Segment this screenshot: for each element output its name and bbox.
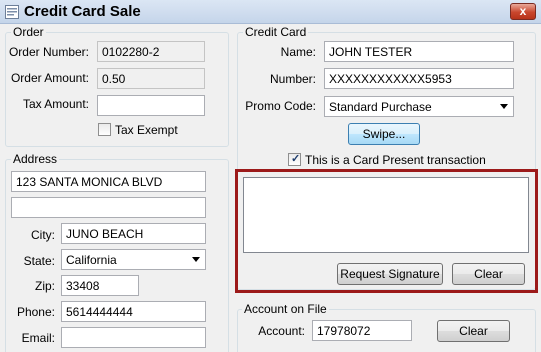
account-on-file-group-label: Account on File <box>242 302 329 316</box>
number-label: Number: <box>269 72 316 86</box>
name-field[interactable]: JOHN TESTER <box>324 41 514 62</box>
email-field[interactable] <box>61 327 206 348</box>
card-present-label: This is a Card Present transaction <box>305 153 486 167</box>
account-label: Account: <box>258 324 305 338</box>
tax-amount-field[interactable] <box>97 95 205 116</box>
signature-pad[interactable] <box>243 177 529 253</box>
state-value: California <box>66 253 117 267</box>
address-line2-field[interactable] <box>11 197 206 218</box>
state-select[interactable]: California <box>61 249 206 270</box>
chevron-down-icon <box>500 104 508 109</box>
order-amount-field[interactable]: 0.50 <box>97 68 205 89</box>
card-present-checkbox[interactable]: ✓ <box>288 153 301 166</box>
account-field[interactable]: 17978072 <box>312 320 412 341</box>
name-label: Name: <box>280 45 316 59</box>
tax-amount-label: Tax Amount: <box>22 97 89 111</box>
title-bar[interactable]: Credit Card Sale x <box>0 0 541 24</box>
close-icon: x <box>519 4 527 18</box>
city-label: City: <box>31 228 55 242</box>
promo-code-value: Standard Purchase <box>329 100 432 114</box>
close-button[interactable]: x <box>510 3 536 20</box>
tax-exempt-checkbox[interactable] <box>98 123 111 136</box>
order-group-label: Order <box>11 25 46 39</box>
promo-code-select[interactable]: Standard Purchase <box>324 96 514 117</box>
email-label: Email: <box>21 331 55 345</box>
order-amount-label: Order Amount: <box>10 71 89 85</box>
order-number-field[interactable]: 0102280-2 <box>97 41 205 62</box>
address-line1-field[interactable]: 123 SANTA MONICA BLVD <box>11 171 206 192</box>
phone-label: Phone: <box>16 305 55 319</box>
window-title: Credit Card Sale <box>24 3 141 20</box>
zip-field[interactable]: 33408 <box>61 275 139 296</box>
tax-exempt-label: Tax Exempt <box>115 123 178 137</box>
checkmark-icon: ✓ <box>291 153 301 165</box>
signature-clear-button[interactable]: Clear <box>452 263 525 285</box>
phone-field[interactable]: 5614444444 <box>61 301 206 322</box>
app-icon <box>5 5 19 19</box>
account-clear-button[interactable]: Clear <box>437 320 510 342</box>
address-group-label: Address <box>11 152 60 166</box>
swipe-button[interactable]: Swipe... <box>348 123 420 145</box>
request-signature-button[interactable]: Request Signature <box>337 263 443 285</box>
state-label: State: <box>23 254 55 268</box>
credit-card-group-label: Credit Card <box>243 25 309 39</box>
promo-code-label: Promo Code: <box>245 99 316 113</box>
chevron-down-icon <box>192 257 200 262</box>
order-number-label: Order Number: <box>8 45 89 59</box>
card-number-field[interactable]: XXXXXXXXXXXX5953 <box>324 68 514 89</box>
zip-label: Zip: <box>34 279 55 293</box>
city-field[interactable]: JUNO BEACH <box>61 223 206 244</box>
